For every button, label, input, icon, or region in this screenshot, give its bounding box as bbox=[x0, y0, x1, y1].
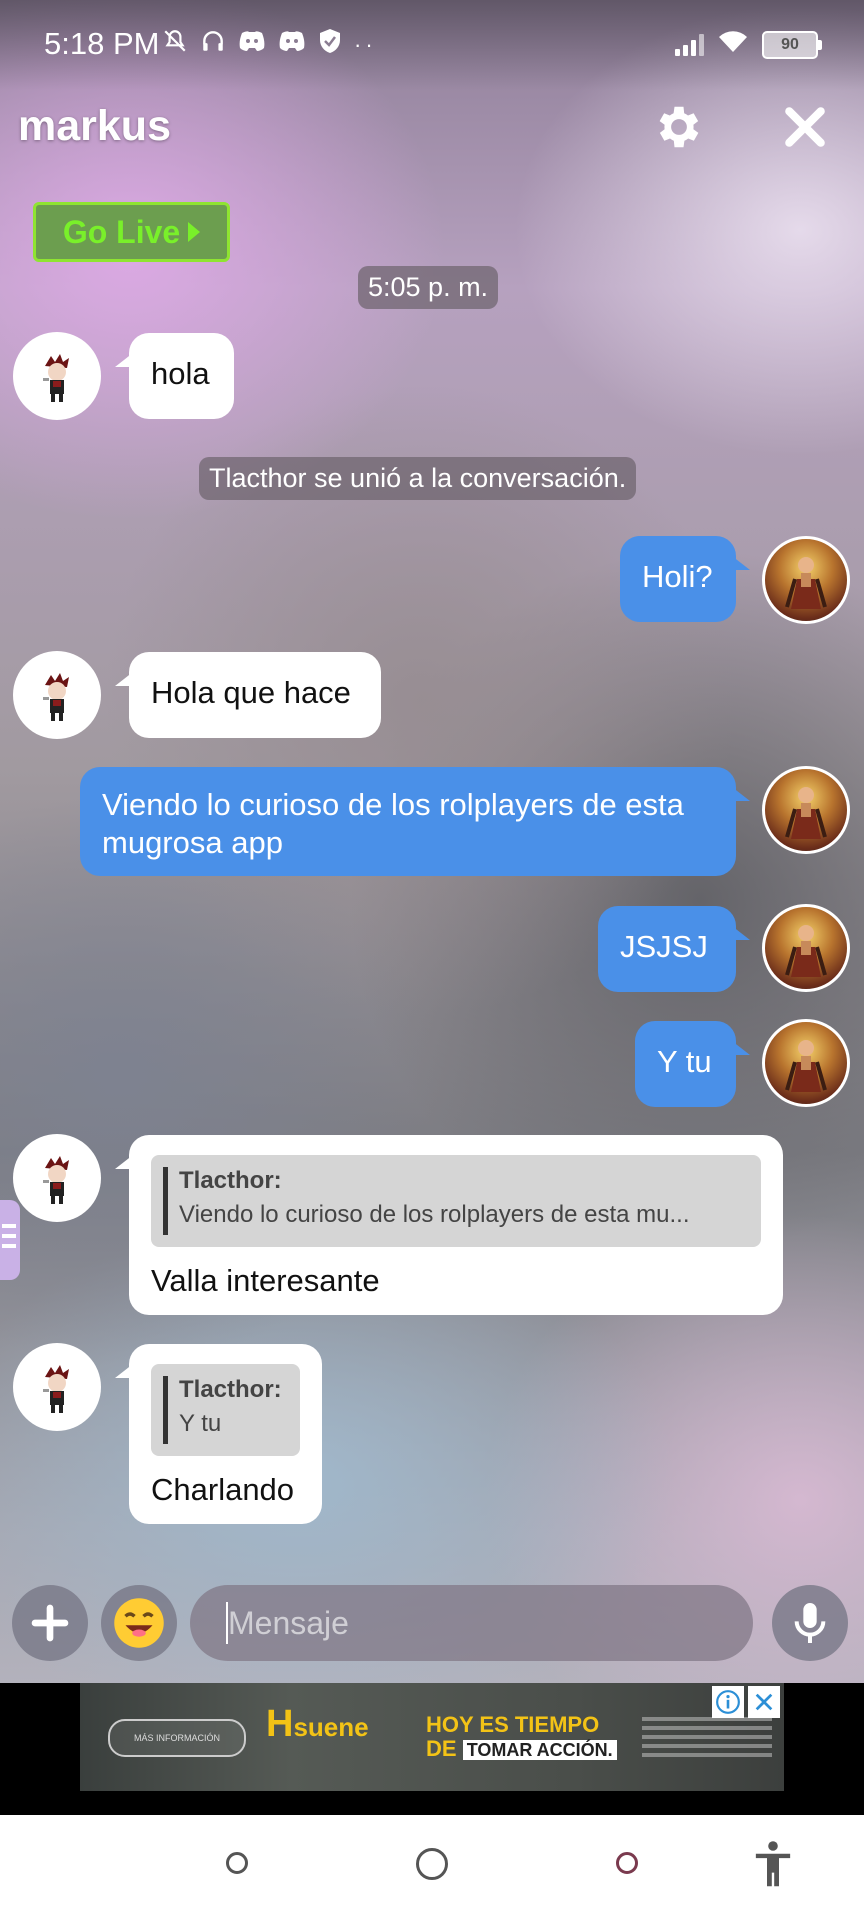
message-bubble[interactable]: Viendo lo curioso de los rolplayers de e… bbox=[80, 767, 750, 876]
message-input[interactable] bbox=[190, 1585, 753, 1661]
plus-icon bbox=[31, 1604, 69, 1642]
shield-icon bbox=[318, 28, 342, 61]
message-bubble[interactable]: hola bbox=[115, 333, 234, 419]
ad-banner[interactable]: MÁS INFORMACIÓN Hsuene HOY ES TIEMPO DE … bbox=[80, 1683, 784, 1791]
more-dots-icon: ·· bbox=[354, 31, 377, 57]
discord-icon bbox=[278, 29, 306, 60]
timestamp-pill: 5:05 p. m. bbox=[358, 266, 499, 309]
back-button[interactable] bbox=[616, 1852, 638, 1874]
message-text: hola bbox=[151, 356, 210, 391]
avatar[interactable] bbox=[13, 1134, 101, 1222]
ad-more-info-button[interactable]: MÁS INFORMACIÓN bbox=[108, 1719, 246, 1757]
quote-author: Tlacthor: bbox=[179, 1167, 282, 1194]
chibi-avatar-icon bbox=[43, 1365, 69, 1413]
status-time: 5:18 PM bbox=[44, 26, 160, 61]
wifi-icon bbox=[718, 30, 748, 59]
system-icons: 90 bbox=[675, 30, 822, 59]
message-bubble[interactable]: Tlacthor: Viendo lo curioso de los rolpl… bbox=[115, 1135, 783, 1315]
warrior-avatar-icon bbox=[785, 925, 827, 977]
battery-icon: 90 bbox=[762, 30, 822, 59]
emoji-button[interactable] bbox=[101, 1585, 177, 1661]
quoted-message[interactable]: Tlacthor: Y tu bbox=[151, 1364, 300, 1456]
chibi-avatar-icon bbox=[43, 673, 69, 721]
go-live-label: Go Live bbox=[62, 213, 181, 250]
chat-title: markus bbox=[18, 102, 171, 150]
avatar[interactable] bbox=[13, 651, 101, 739]
avatar[interactable] bbox=[762, 904, 850, 992]
voice-message-button[interactable] bbox=[772, 1585, 848, 1661]
text-caret bbox=[226, 1602, 228, 1644]
message-text: Viendo lo curioso de los rolplayers de e… bbox=[102, 787, 684, 822]
smiley-emoji-icon bbox=[114, 1598, 164, 1648]
close-icon bbox=[755, 1693, 773, 1711]
avatar[interactable] bbox=[762, 1019, 850, 1107]
ad-close-button[interactable] bbox=[748, 1686, 780, 1718]
warrior-avatar-icon bbox=[785, 557, 827, 609]
quoted-message[interactable]: Tlacthor: Viendo lo curioso de los rolpl… bbox=[151, 1155, 761, 1247]
mute-icon bbox=[162, 28, 188, 61]
message-text: mugrosa app bbox=[102, 825, 283, 860]
add-attachment-button[interactable] bbox=[12, 1585, 88, 1661]
headphones-icon bbox=[200, 28, 226, 61]
message-bubble[interactable]: Tlacthor: Y tu Charlando bbox=[115, 1344, 322, 1524]
message-bubble[interactable]: Holi? bbox=[620, 536, 750, 622]
quote-text: Y tu bbox=[179, 1410, 222, 1437]
close-icon bbox=[785, 107, 825, 147]
quote-author: Tlacthor: bbox=[179, 1376, 282, 1403]
notification-icons: ·· bbox=[162, 28, 377, 61]
settings-button[interactable] bbox=[652, 100, 706, 154]
message-bubble[interactable]: JSJSJ bbox=[598, 906, 750, 992]
microphone-icon bbox=[794, 1603, 826, 1643]
menu-lines-icon bbox=[0, 1200, 20, 1248]
accessibility-button[interactable] bbox=[752, 1840, 794, 1888]
ad-info-button[interactable] bbox=[712, 1686, 744, 1718]
avatar[interactable] bbox=[762, 536, 850, 624]
message-text: Holi? bbox=[642, 559, 713, 594]
home-button[interactable] bbox=[416, 1848, 448, 1880]
avatar[interactable] bbox=[13, 1343, 101, 1431]
signal-icon bbox=[675, 33, 704, 56]
message-text: Hola que hace bbox=[151, 675, 351, 710]
ad-headline: HOY ES TIEMPO DE TOMAR ACCIÓN. bbox=[426, 1713, 617, 1762]
warrior-avatar-icon bbox=[785, 1040, 827, 1092]
message-bubble[interactable]: Hola que hace bbox=[115, 652, 381, 738]
recent-apps-button[interactable] bbox=[226, 1852, 248, 1874]
chibi-avatar-icon bbox=[43, 1156, 69, 1204]
play-icon bbox=[188, 222, 201, 242]
quote-text: Viendo lo curioso de los rolplayers de e… bbox=[179, 1201, 690, 1228]
system-join-notice: Tlacthor se unió a la conversación. bbox=[199, 457, 637, 500]
chibi-avatar-icon bbox=[43, 354, 69, 402]
warrior-avatar-icon bbox=[785, 787, 827, 839]
accessibility-icon bbox=[755, 1841, 791, 1887]
message-text: Valla interesante bbox=[151, 1263, 380, 1298]
message-bubble[interactable]: Y tu bbox=[635, 1021, 750, 1107]
gear-icon bbox=[659, 106, 699, 148]
message-text: JSJSJ bbox=[620, 929, 708, 964]
message-text: Charlando bbox=[151, 1472, 295, 1507]
drawer-handle[interactable] bbox=[0, 1200, 20, 1280]
status-bar: 5:18 PM ·· 90 bbox=[0, 0, 864, 90]
discord-icon bbox=[238, 29, 266, 60]
avatar[interactable] bbox=[13, 332, 101, 420]
ad-logo: Hsuene bbox=[266, 1703, 369, 1745]
avatar[interactable] bbox=[762, 766, 850, 854]
close-button[interactable] bbox=[778, 100, 832, 154]
info-icon bbox=[716, 1690, 740, 1714]
go-live-button[interactable]: Go Live bbox=[33, 202, 230, 262]
message-text: Y tu bbox=[657, 1044, 712, 1079]
